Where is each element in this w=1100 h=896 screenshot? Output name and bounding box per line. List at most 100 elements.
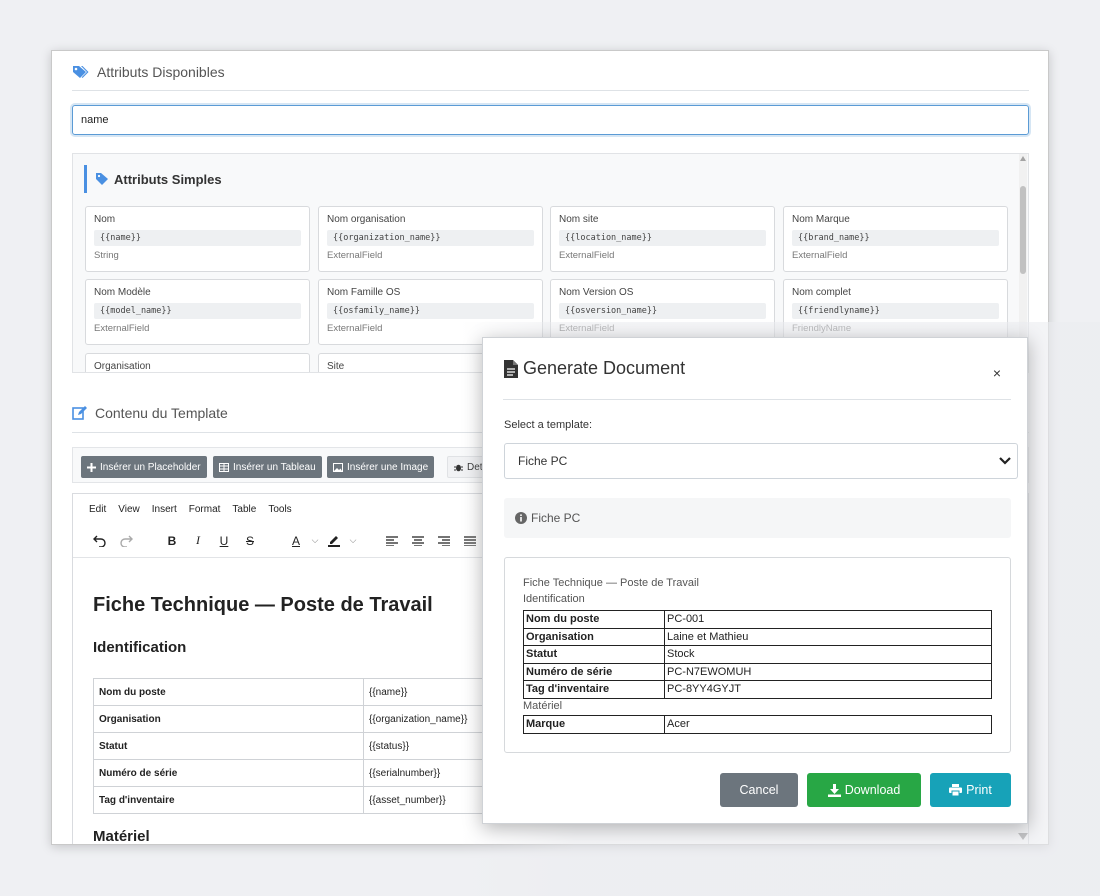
attribute-code: {{model_name}} [94,303,301,319]
cancel-label: Cancel [739,783,779,797]
align-center-icon[interactable] [405,529,431,553]
attribute-type: String [94,250,119,261]
template-select-value: Fiche PC [518,454,568,468]
download-label: Download [844,783,901,797]
attribute-card[interactable]: Nom {{name}} String [85,206,310,272]
print-button[interactable]: Print [930,773,1011,807]
preview-section-materiel: Matériel [523,700,563,712]
strikethrough-icon[interactable]: S [237,529,263,553]
image-icon [333,462,343,472]
align-left-icon[interactable] [379,529,405,553]
table-value: PC-8YY4GYJT [664,680,992,699]
attribute-type: ExternalField [559,323,615,334]
table-key: Statut [93,732,364,760]
template-info: Fiche PC [504,498,1011,538]
menu-insert[interactable]: Insert [152,504,177,515]
print-label: Print [966,783,992,797]
attribute-card[interactable]: Nom site {{location_name}} ExternalField [550,206,775,272]
table-value: PC-001 [664,610,992,629]
redo-icon[interactable] [113,529,139,553]
table-value: PC-N7EWOMUH [664,662,992,681]
editor-document[interactable]: Fiche Technique — Poste de Travail Ident… [93,594,433,656]
text-color-icon[interactable]: A [283,529,309,553]
menu-format[interactable]: Format [189,504,221,515]
scroll-up-arrow-icon[interactable] [1020,156,1026,161]
attribute-card[interactable]: Organisation [85,353,310,372]
insert-table-label: Insérer un Tableau [233,461,316,473]
scroll-down-arrow-icon[interactable] [1018,833,1028,840]
chevron-down-icon[interactable]: ⌵ [309,529,321,553]
plus-icon [87,462,96,472]
attribute-code: {{name}} [94,230,301,246]
modal-title: Generate Document [523,358,686,378]
menu-view[interactable]: View [118,504,140,515]
table-row: Statut Stock [523,645,992,664]
menu-edit[interactable]: Edit [89,504,106,515]
file-icon [504,359,518,378]
tag-icon [96,173,108,185]
align-right-icon[interactable] [431,529,457,553]
info-icon [515,512,527,524]
attribute-card[interactable]: Nom organisation {{organization_name}} E… [318,206,543,272]
insert-placeholder-label: Insérer un Placeholder [100,461,201,473]
insert-table-button[interactable]: Insérer un Tableau [213,456,322,478]
insert-image-button[interactable]: Insérer une Image [327,456,435,478]
attributes-title: Attributs Disponibles [97,64,225,80]
table-key: Numéro de série [93,759,364,787]
table-key: Tag d'inventaire [523,680,665,699]
attribute-code: {{location_name}} [559,230,766,246]
table-key: Tag d'inventaire [93,786,364,814]
doc-title: Fiche Technique — Poste de Travail [93,594,433,616]
attribute-code: {{brand_name}} [792,230,999,246]
attribute-card[interactable]: Nom Famille OS {{osfamily_name}} Externa… [318,279,543,345]
insert-image-label: Insérer une Image [347,461,429,473]
attribute-code: {{osfamily_name}} [327,303,534,319]
highlight-icon[interactable] [321,529,347,553]
attribute-card[interactable]: Nom Marque {{brand_name}} ExternalField [783,206,1008,272]
cancel-button[interactable]: Cancel [720,773,798,807]
preview-title: Fiche Technique — Poste de Travail [523,577,699,589]
attribute-name: Nom [94,214,116,225]
attribute-name: Organisation [94,361,151,372]
table-row: Tag d'inventaire PC-8YY4GYJT [523,680,992,699]
print-icon [949,784,963,796]
attribute-type: ExternalField [327,250,383,261]
undo-icon[interactable] [87,529,113,553]
menu-tools[interactable]: Tools [268,504,291,515]
attribute-type: ExternalField [327,323,383,334]
table-key: Marque [523,715,665,734]
template-select[interactable]: Fiche PC [504,443,1018,479]
attribute-code: {{friendlyname}} [792,303,999,319]
attribute-type: ExternalField [94,323,150,334]
table-row: Marque Acer [523,715,992,734]
attributes-group-header: Attributs Simples [84,165,222,193]
attribute-card[interactable]: Nom Version OS {{osversion_name}} Extern… [550,279,775,345]
attribute-name: Nom Marque [792,214,850,225]
attribute-type: ExternalField [792,250,848,261]
scrollbar-thumb[interactable] [1020,186,1026,274]
chevron-down-icon[interactable]: ⌵ [347,529,359,553]
template-info-text: Fiche PC [531,511,581,525]
align-justify-icon[interactable] [457,529,483,553]
italic-icon[interactable]: I [185,529,211,553]
menu-table[interactable]: Table [232,504,256,515]
attribute-search-input[interactable]: name [72,105,1029,135]
attribute-name: Nom site [559,214,599,225]
preview-section-identification: Identification [523,593,585,605]
attribute-code: {{organization_name}} [327,230,534,246]
close-icon[interactable]: × [993,365,1001,381]
attribute-card[interactable]: Nom complet {{friendlyname}} FriendlyNam… [783,279,1008,345]
underline-icon[interactable]: U [211,529,237,553]
edit-icon [72,406,87,420]
select-template-label: Select a template: [504,419,593,431]
download-button[interactable]: Download [807,773,921,807]
attribute-name: Nom Modèle [94,287,151,298]
bold-icon[interactable]: B [159,529,185,553]
table-value: Stock [664,645,992,664]
attribute-card[interactable]: Nom Modèle {{model_name}} ExternalField [85,279,310,345]
insert-placeholder-button[interactable]: Insérer un Placeholder [81,456,207,478]
table-row: Nom du poste PC-001 [523,610,992,629]
preview-table: Nom du poste PC-001 Organisation Laine et … [523,610,992,699]
attributes-group-title: Attributs Simples [114,171,222,187]
attribute-name: Nom organisation [327,214,406,225]
